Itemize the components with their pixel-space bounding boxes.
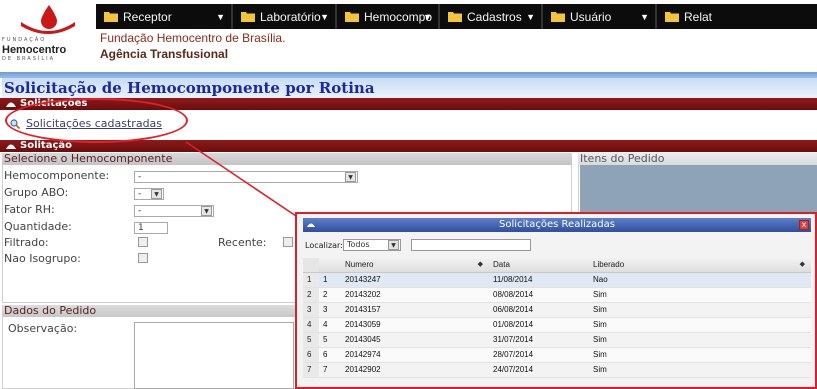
table-row[interactable]: 5 5 20143045 31/07/2014 Sim xyxy=(303,332,811,348)
solicitacoes-realizadas-dialog: Solicitações Realizadas x Localizar: Tod… xyxy=(295,212,817,389)
search-input[interactable] xyxy=(411,239,531,251)
table-header-row: Numero ◆ Data Liberado ◆ xyxy=(303,258,811,273)
table-row[interactable]: 4 4 20143059 01/08/2014 Sim xyxy=(303,317,811,333)
search-label: Localizar: xyxy=(305,241,343,250)
table-row[interactable]: 7 7 20142902 24/07/2014 Sim xyxy=(303,362,811,378)
index-header xyxy=(319,258,341,273)
close-icon[interactable]: x xyxy=(799,220,809,230)
table-row[interactable]: 2 2 20143202 08/08/2014 Sim xyxy=(303,287,811,303)
chevron-down-icon: ▼ xyxy=(388,240,399,250)
data-header[interactable]: Data xyxy=(489,258,589,273)
dialog-title: Solicitações Realizadas xyxy=(499,219,615,230)
numero-header[interactable]: Numero ◆ xyxy=(341,258,489,273)
table-row[interactable]: 3 3 20143157 06/08/2014 Sim xyxy=(303,302,811,318)
table-row[interactable]: 1 1 20143247 11/08/2014 Nao xyxy=(303,272,811,288)
search-toolbar: Localizar: Todos ▼ xyxy=(303,238,811,253)
liberado-header[interactable]: Liberado ◆ xyxy=(589,258,811,273)
select-value: Todos xyxy=(347,240,370,249)
rownum-header xyxy=(303,258,319,273)
search-filter-select[interactable]: Todos ▼ xyxy=(343,239,401,251)
results-table: Numero ◆ Data Liberado ◆ 1 1 20143247 11/0… xyxy=(303,258,811,378)
sort-icon: ◆ xyxy=(799,261,805,268)
window-icon xyxy=(307,223,315,227)
dialog-titlebar[interactable]: Solicitações Realizadas x xyxy=(303,218,811,232)
sort-icon: ◆ xyxy=(477,261,483,268)
table-row[interactable]: 6 6 20142974 28/07/2014 Sim xyxy=(303,347,811,363)
